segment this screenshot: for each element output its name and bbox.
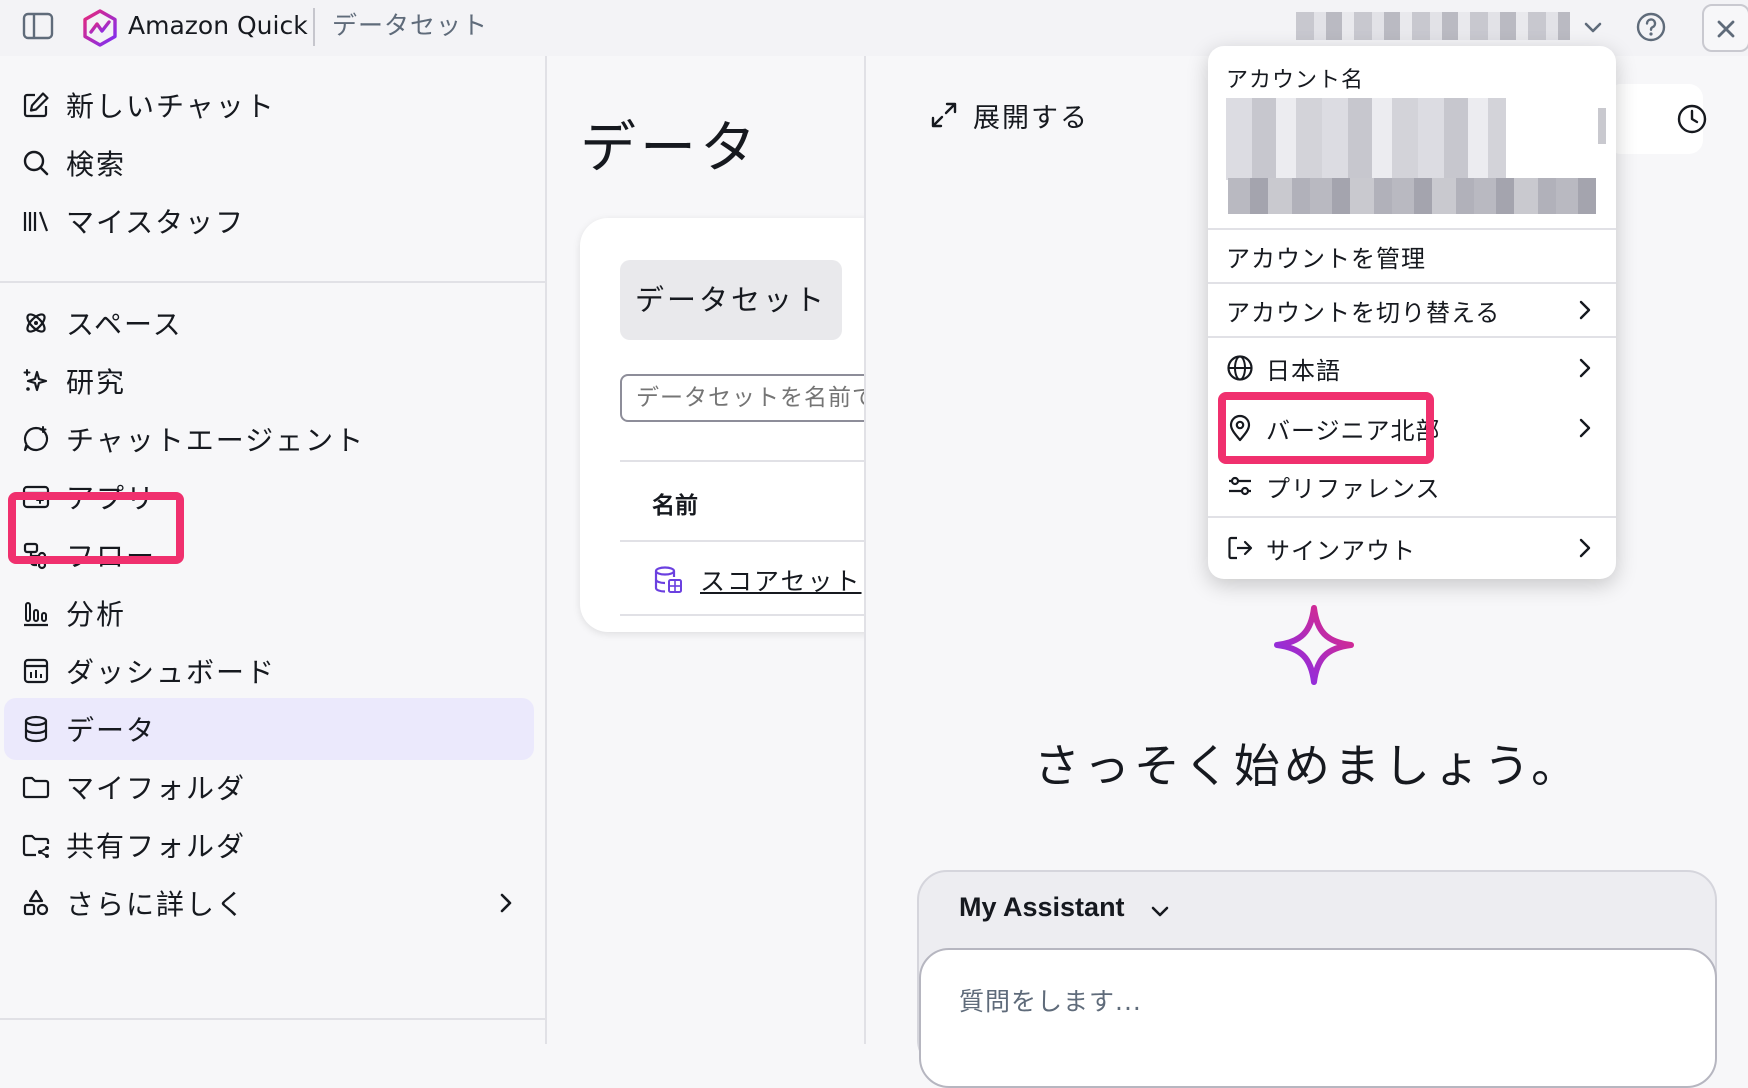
sidebar-item-label: 研究 [66,366,127,399]
edit-icon [20,89,52,121]
sidebar-item-my-folders[interactable]: マイフォルダ [4,756,534,818]
chat-input-placeholder: 質問をします... [959,987,1142,1016]
chevron-down-icon[interactable] [1580,14,1606,40]
sidebar-divider [0,1018,545,1020]
sidebar-item-label: マイスタッフ [66,206,246,239]
data-panel: データ データセット 名前 スコアセット [548,56,866,1044]
menu-item-preferences[interactable]: プリファレンス [1208,460,1616,512]
sign-out-icon [1226,534,1254,562]
welcome-heading: さっそく始めましょう。 [1033,739,1582,793]
sidebar-item-my-stuff[interactable]: マイスタッフ [4,190,534,252]
amazon-quick-logo-icon[interactable] [80,8,120,48]
chevron-right-icon [1572,355,1598,381]
sidebar-item-more[interactable]: さらに詳しく [4,872,534,934]
globe-icon [1226,354,1254,382]
menu-divider [1208,336,1616,338]
account-menu: アカウント名 アカウントを管理 アカウントを切り替える 日本語 バージニア北部 … [1208,46,1616,579]
column-header-name[interactable]: 名前 [652,486,698,520]
sidebar-item-chat-agents[interactable]: チャットエージェント [4,408,534,470]
chevron-right-icon [492,889,520,917]
research-sparkle-icon [20,365,52,397]
sidebar: 新しいチャット 検索 マイスタッフ スペース 研究 チャットエージェント アプリ… [0,56,547,1044]
sidebar-item-label: スペース [66,308,183,341]
menu-item-label: サインアウト [1266,536,1416,565]
close-icon [1717,20,1735,38]
sidebar-item-label: 共有フォルダ [66,830,247,863]
sidebar-item-label: チャットエージェント [66,424,366,457]
breadcrumb: データセット [332,11,489,40]
chat-agent-icon [20,423,52,455]
table-divider [620,614,864,616]
annotation-highlight [1218,392,1434,464]
sidebar-item-label: データ [66,714,157,747]
tab-datasets[interactable]: データセット [620,260,842,340]
help-icon[interactable] [1634,10,1668,44]
spaces-icon [20,307,52,339]
topbar-divider [313,8,315,46]
chevron-down-icon[interactable] [1147,898,1173,924]
menu-item-switch-account[interactable]: アカウントを切り替える [1208,284,1616,336]
chat-input[interactable]: 質問をします... [919,948,1717,1088]
annotation-highlight [8,492,184,564]
account-email-redacted [1228,178,1596,214]
sidebar-toggle-icon[interactable] [22,12,54,40]
sidebar-item-dashboards[interactable]: ダッシュボード [4,640,534,702]
expand-button[interactable]: 展開する [973,96,1089,135]
dataset-search-input[interactable] [620,374,864,422]
dataset-link[interactable]: スコアセット [700,562,862,598]
sidebar-item-analysis[interactable]: 分析 [4,582,534,644]
sidebar-item-data[interactable]: データ [4,698,534,760]
sidebar-item-shared-folders[interactable]: 共有フォルダ [4,814,534,876]
history-icon[interactable] [1675,102,1709,136]
expand-icon[interactable] [927,98,961,132]
account-section-label: アカウント名 [1226,68,1365,93]
shared-folder-icon [20,829,52,861]
sparkle-icon [1271,602,1357,688]
sidebar-item-new-chat[interactable]: 新しいチャット [4,74,534,136]
close-panel-button[interactable] [1702,4,1748,52]
menu-item-label: アカウントを管理 [1226,244,1426,273]
sidebar-item-label: 分析 [66,598,127,631]
account-name-redacted[interactable] [1296,12,1570,40]
chevron-right-icon [1572,535,1598,561]
analysis-icon [20,597,52,629]
dataset-icon [652,564,684,596]
menu-divider [1208,516,1616,518]
menu-item-label: プリファレンス [1266,474,1441,503]
table-divider [620,460,864,462]
chevron-right-icon [1572,415,1598,441]
menu-item-manage-account[interactable]: アカウントを管理 [1208,230,1616,282]
menu-item-language[interactable]: 日本語 [1208,342,1616,394]
sidebar-item-label: ダッシュボード [66,656,277,689]
model-selector[interactable]: My Assistant [959,892,1125,923]
library-icon [20,205,52,237]
menu-item-sign-out[interactable]: サインアウト [1208,522,1616,574]
sidebar-item-search[interactable]: 検索 [4,132,534,194]
chevron-right-icon [1572,297,1598,323]
sidebar-item-label: さらに詳しく [66,888,247,921]
account-name-redacted [1226,98,1506,180]
menu-item-label: 日本語 [1266,356,1341,385]
chat-composer: My Assistant 質問をします... [917,870,1717,1088]
sidebar-divider [0,281,545,283]
sidebar-item-label: 検索 [66,148,127,181]
database-icon [20,713,52,745]
table-divider [620,540,864,542]
search-icon [20,147,52,179]
menu-item-label: アカウントを切り替える [1226,298,1501,327]
sidebar-item-label: マイフォルダ [66,772,247,805]
sliders-icon [1226,472,1254,500]
page-title: データ [580,116,760,181]
shapes-icon [20,887,52,919]
sidebar-item-research[interactable]: 研究 [4,350,534,412]
sidebar-item-label: 新しいチャット [66,90,276,123]
app-name[interactable]: Amazon Quick [128,10,308,42]
account-id-redacted [1598,108,1606,144]
folder-icon [20,771,52,803]
sidebar-item-spaces[interactable]: スペース [4,292,534,354]
dashboard-icon [20,655,52,687]
datasets-card: データセット 名前 スコアセット [580,218,864,632]
